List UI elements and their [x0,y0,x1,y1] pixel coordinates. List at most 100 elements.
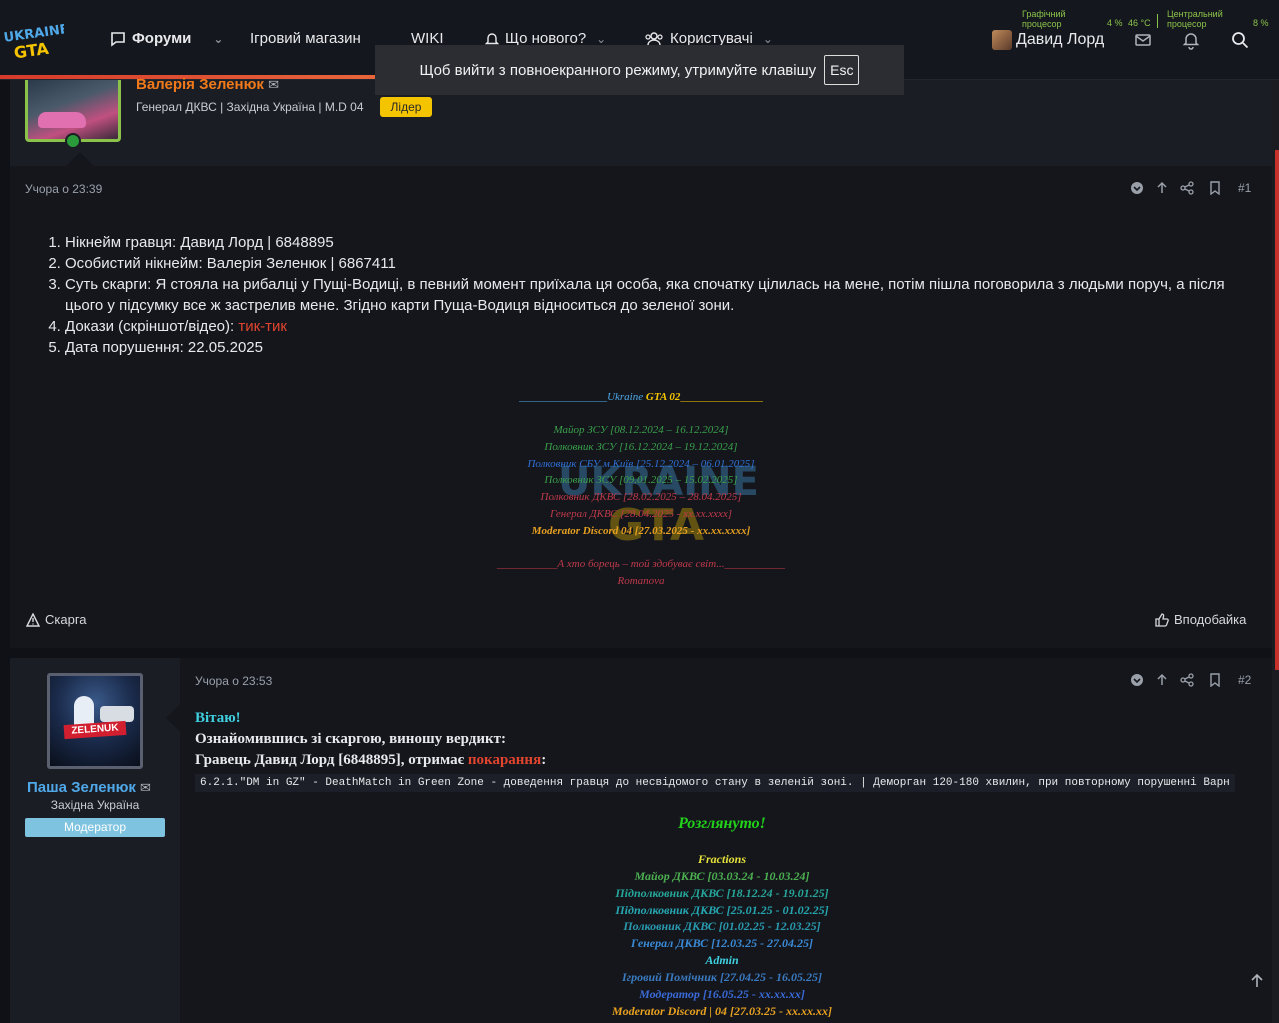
signature-line: Модератор [16.05.25 - xx.xx.xx] [639,987,805,1001]
avatar-tag: ZELENUK [63,720,127,740]
post-2-author-region: Західна Україна [50,798,140,812]
evidence-link[interactable]: тик-тик [238,318,287,335]
alerts-bell-icon[interactable] [1181,30,1201,50]
post-1-number[interactable]: #1 [1238,181,1251,195]
arrow-up-icon[interactable] [1155,673,1169,687]
signature-line: Підполковник ДКВС [25.01.25 - 01.02.25] [615,903,829,917]
signature-line: Підполковник ДКВС [18.12.24 - 19.01.25] [615,886,829,900]
verdict-greeting: Вітаю! [195,710,241,726]
cpu-monitor-label: Центральний процесор [1167,9,1223,29]
signature-line: Полковник ДКВС [28.02.2025 – 28.04.2025] [540,491,742,503]
arrow-up-icon[interactable] [1155,181,1169,195]
signature-line: Полковник ЗСУ [09.01.2025 – 15.02.2025] [544,474,738,486]
dropdown-circle-icon[interactable] [1130,673,1144,687]
dropdown-circle-icon[interactable] [1130,181,1144,195]
post-arrow [166,704,180,732]
post-1-author-name: Валерія Зеленюк [136,76,264,93]
reviewed-status: Розглянуто! [678,815,766,832]
signature-line: Fractions [697,852,746,866]
search-icon[interactable] [1230,30,1250,50]
mail-icon[interactable]: ✉ [140,780,151,796]
post-1-actions: #1 [1130,181,1251,195]
nav-shop-label: Ігровий магазин [250,30,361,47]
post-1-date[interactable]: Учора о 23:39 [25,182,102,196]
list-item: Дата порушення: 22.05.2025 [65,337,1248,358]
cpu-load: 8 % [1253,18,1269,28]
signature-name: Romanova [617,575,665,587]
list-item: Докази (скріншот/відео): тик-тик [65,316,1248,337]
hw-separator [1157,14,1158,28]
avatar[interactable]: ZELENUK [47,673,143,769]
chevron-down-icon[interactable]: ⌄ [596,32,606,46]
signature-line: Генерал ДКВС [12.03.25 - 27.04.25] [630,936,814,950]
bookmark-icon[interactable] [1208,181,1222,195]
list-item: Нікнейм гравця: Давид Лорд | 6848895 [65,232,1248,253]
signature-line: Майор ДКВС [03.03.24 - 10.03.24] [634,869,810,883]
share-icon[interactable] [1180,673,1194,687]
fullscreen-toast: Щоб вийти з повноекранного режиму, утрим… [375,45,904,95]
chat-icon [111,31,125,47]
online-status-icon [65,133,81,149]
bookmark-icon[interactable] [1208,673,1222,687]
verdict-text: Гравець Давид Лорд [6848895], отримає [195,752,468,768]
post-2-author-name: Паша Зеленюк [27,779,136,796]
signature-header: ________________Ukraine GTA 02__________… [10,391,1272,403]
nav-shop[interactable]: Ігровий магазин [250,30,361,47]
nav-forums[interactable]: Форуми ⌄ [110,30,223,47]
post-2-author[interactable]: Паша Зеленюк ✉ [27,779,151,796]
signature-line: Moderator Discord | 04 [27.03.25 - xx.xx… [612,1004,832,1018]
verdict-line: Ознайомившись зі скаргою, виношу вердикт… [195,731,507,747]
verdict-punishment: покарання [467,752,542,768]
signature-underline: _______________ [680,391,763,403]
thumbs-up-icon [1155,612,1169,627]
rule-code-block: 6.2.1."DM in GZ" - DeathMatch in Green Z… [195,774,1235,792]
inbox-icon[interactable] [1133,30,1153,50]
scroll-to-top-icon[interactable] [1248,972,1266,990]
signature-line: Moderator Discord 04 [27.03.2025 - xx.xx… [531,525,751,537]
report-button[interactable]: Скарга [26,612,87,627]
chevron-down-icon[interactable]: ⌄ [763,32,773,46]
user-name: Давид Лорд [1016,31,1105,48]
like-label: Вподобайка [1174,612,1247,627]
svg-text:GTA: GTA [608,500,704,545]
post-1-author-title: Генерал ДКВС | Західна Україна | M.D 04 [136,100,364,114]
list-item: Суть скарги: Я стояла на рибалці у Пущі-… [65,274,1248,316]
complaint-list: Нікнейм гравця: Давид Лорд | 6848895 Осо… [48,232,1248,358]
avatar [992,30,1012,50]
toast-text: Щоб вийти з повноекранного режиму, утрим… [419,61,817,79]
like-button[interactable]: Вподобайка [1155,612,1246,627]
chevron-down-icon[interactable]: ⌄ [213,32,223,46]
signature-line: Полковник ДКВС [01.02.25 - 12.03.25] [623,919,821,933]
report-label: Скарга [45,612,87,627]
evidence-label: Докази (скріншот/відео): [65,318,239,335]
signature-ukraine: Ukraine [607,391,644,403]
svg-text:GTA: GTA [13,39,51,62]
signature-line: Ігровий Помічник [27.04.25 - 16.05.25] [622,970,822,984]
scrollbar-thumb[interactable] [1275,150,1279,670]
post-2-date[interactable]: Учора о 23:53 [195,674,272,688]
site-logo[interactable]: UKRAINE GTA [2,22,64,62]
share-icon[interactable] [1180,181,1194,195]
post-arrow [66,152,94,166]
moderator-badge: Модератор [25,818,165,837]
verdict-line: Гравець Давид Лорд [6848895], отримає по… [195,752,546,769]
gpu-monitor-label: Графічний процесор [1022,9,1066,29]
verdict-colon: : [541,752,547,768]
nav-forums-label: Форуми [132,30,192,47]
warning-icon [26,612,40,627]
gpu-temp: 46 °C [1128,18,1151,28]
list-item: Особистий нікнейм: Валерія Зеленюк | 686… [65,253,1248,274]
signature-gta: GTA 02 [643,391,681,403]
signature-line: Admin [705,953,739,967]
post-2-number[interactable]: #2 [1238,673,1251,687]
signature-motto: ___________А хто борець – той здобуває с… [496,558,786,570]
post-2-actions: #2 [1130,673,1251,687]
signature-line: Майор ЗСУ [08.12.2024 – 16.12.2024] [553,424,729,436]
user-menu[interactable]: Давид Лорд [992,30,1104,50]
signature-line: Полковник ЗСУ [16.12.2024 – 19.12.2024] [544,441,738,453]
post-1-author[interactable]: Валерія Зеленюк ✉ [136,76,279,93]
signature-line: Полковник СБУ м.Київ [25.12.2024 – 06.01… [527,458,755,470]
mail-icon[interactable]: ✉ [268,77,279,92]
leader-badge: Лідер [380,97,432,117]
esc-key-hint: Esc [824,55,860,85]
